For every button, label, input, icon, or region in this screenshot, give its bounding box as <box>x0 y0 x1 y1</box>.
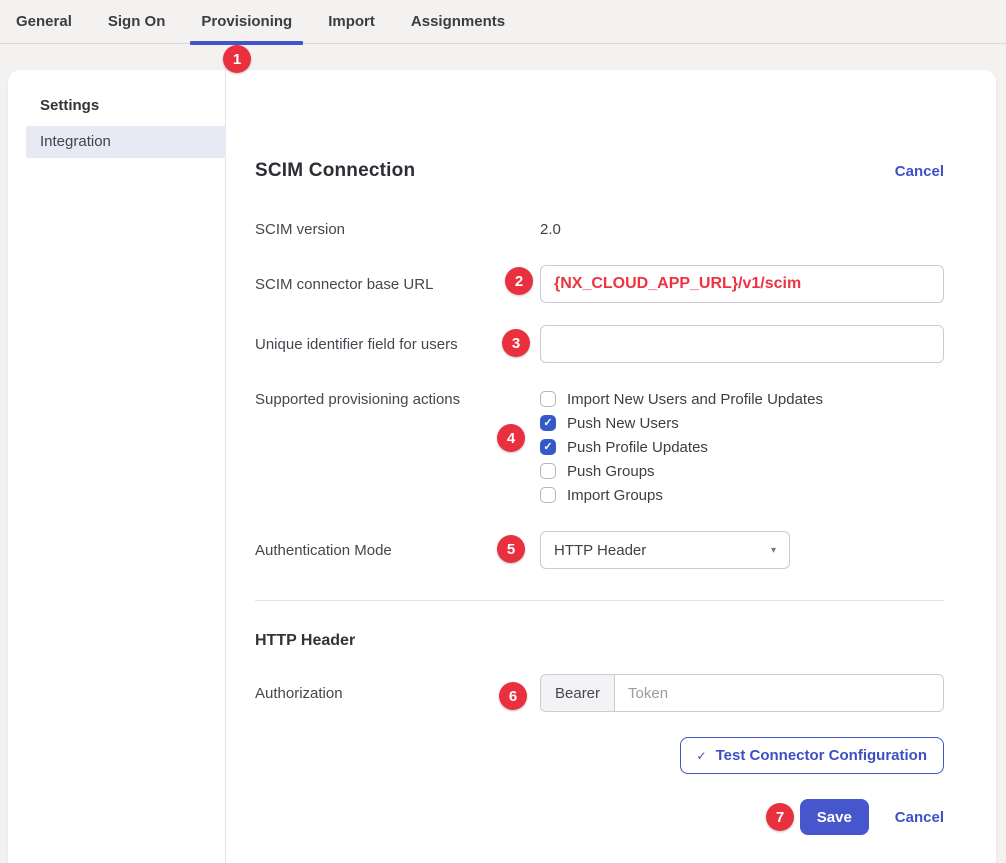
unique-id-label: Unique identifier field for users <box>255 336 540 353</box>
step-badge-4: 4 <box>497 424 525 452</box>
tab-provisioning[interactable]: Provisioning <box>201 0 292 44</box>
http-header-section-heading: HTTP Header <box>255 632 355 650</box>
checkbox-push-new-users[interactable]: ✓ Push New Users <box>540 411 823 435</box>
step-badge-6: 6 <box>499 682 527 710</box>
checkbox-push-groups[interactable]: ✓ Push Groups <box>540 459 823 483</box>
step-badge-1: 1 <box>223 45 251 73</box>
step-badge-3: 3 <box>502 329 530 357</box>
checkbox-import-groups[interactable]: ✓ Import Groups <box>540 483 823 507</box>
checkbox-icon: ✓ <box>540 415 556 431</box>
tab-general[interactable]: General <box>16 0 72 44</box>
provisioning-actions-label: Supported provisioning actions <box>255 391 540 408</box>
tab-assignments[interactable]: Assignments <box>411 0 505 44</box>
tab-import[interactable]: Import <box>328 0 375 44</box>
unique-id-input[interactable] <box>540 325 944 363</box>
authorization-label: Authorization <box>255 685 540 702</box>
auth-mode-select[interactable]: HTTP Header ▾ <box>540 531 790 569</box>
save-button[interactable]: Save <box>800 799 869 835</box>
base-url-label: SCIM connector base URL <box>255 276 540 293</box>
checkbox-import-new-users[interactable]: ✓ Import New Users and Profile Updates <box>540 387 823 411</box>
scim-connection-form: SCIM Connection Cancel SCIM version 2.0 … <box>226 70 996 863</box>
checkbox-icon: ✓ <box>540 439 556 455</box>
test-connector-button[interactable]: ✓ Test Connector Configuration <box>680 737 944 774</box>
tab-sign-on[interactable]: Sign On <box>108 0 166 44</box>
provisioning-actions-group: ✓ Import New Users and Profile Updates ✓… <box>540 387 823 507</box>
check-icon: ✓ <box>543 442 552 453</box>
sidebar-item-integration[interactable]: Integration <box>26 126 226 158</box>
step-badge-7: 7 <box>766 803 794 831</box>
check-icon: ✓ <box>697 749 707 763</box>
section-divider <box>255 600 944 601</box>
cancel-link-top[interactable]: Cancel <box>895 163 944 180</box>
sidebar-heading: Settings <box>8 95 225 117</box>
token-input[interactable] <box>615 675 943 711</box>
checkbox-icon: ✓ <box>540 487 556 503</box>
scim-version-label: SCIM version <box>255 221 540 238</box>
step-badge-2: 2 <box>505 267 533 295</box>
step-badge-5: 5 <box>497 535 525 563</box>
app-tab-bar: General Sign On Provisioning Import Assi… <box>0 0 1006 44</box>
provisioning-panel: Settings Integration SCIM Connection Can… <box>8 70 996 863</box>
base-url-input[interactable] <box>540 265 944 303</box>
checkbox-push-profile-updates[interactable]: ✓ Push Profile Updates <box>540 435 823 459</box>
page-title: SCIM Connection <box>255 160 415 182</box>
authorization-input-group: Bearer <box>540 674 944 712</box>
checkbox-icon: ✓ <box>540 463 556 479</box>
settings-sidebar: Settings Integration <box>8 70 226 863</box>
auth-mode-selected-value: HTTP Header <box>554 542 646 559</box>
chevron-down-icon: ▾ <box>771 545 776 556</box>
bearer-prefix: Bearer <box>541 675 615 711</box>
scim-version-value: 2.0 <box>540 221 561 238</box>
check-icon: ✓ <box>543 418 552 429</box>
cancel-link-bottom[interactable]: Cancel <box>895 809 944 826</box>
checkbox-icon: ✓ <box>540 391 556 407</box>
